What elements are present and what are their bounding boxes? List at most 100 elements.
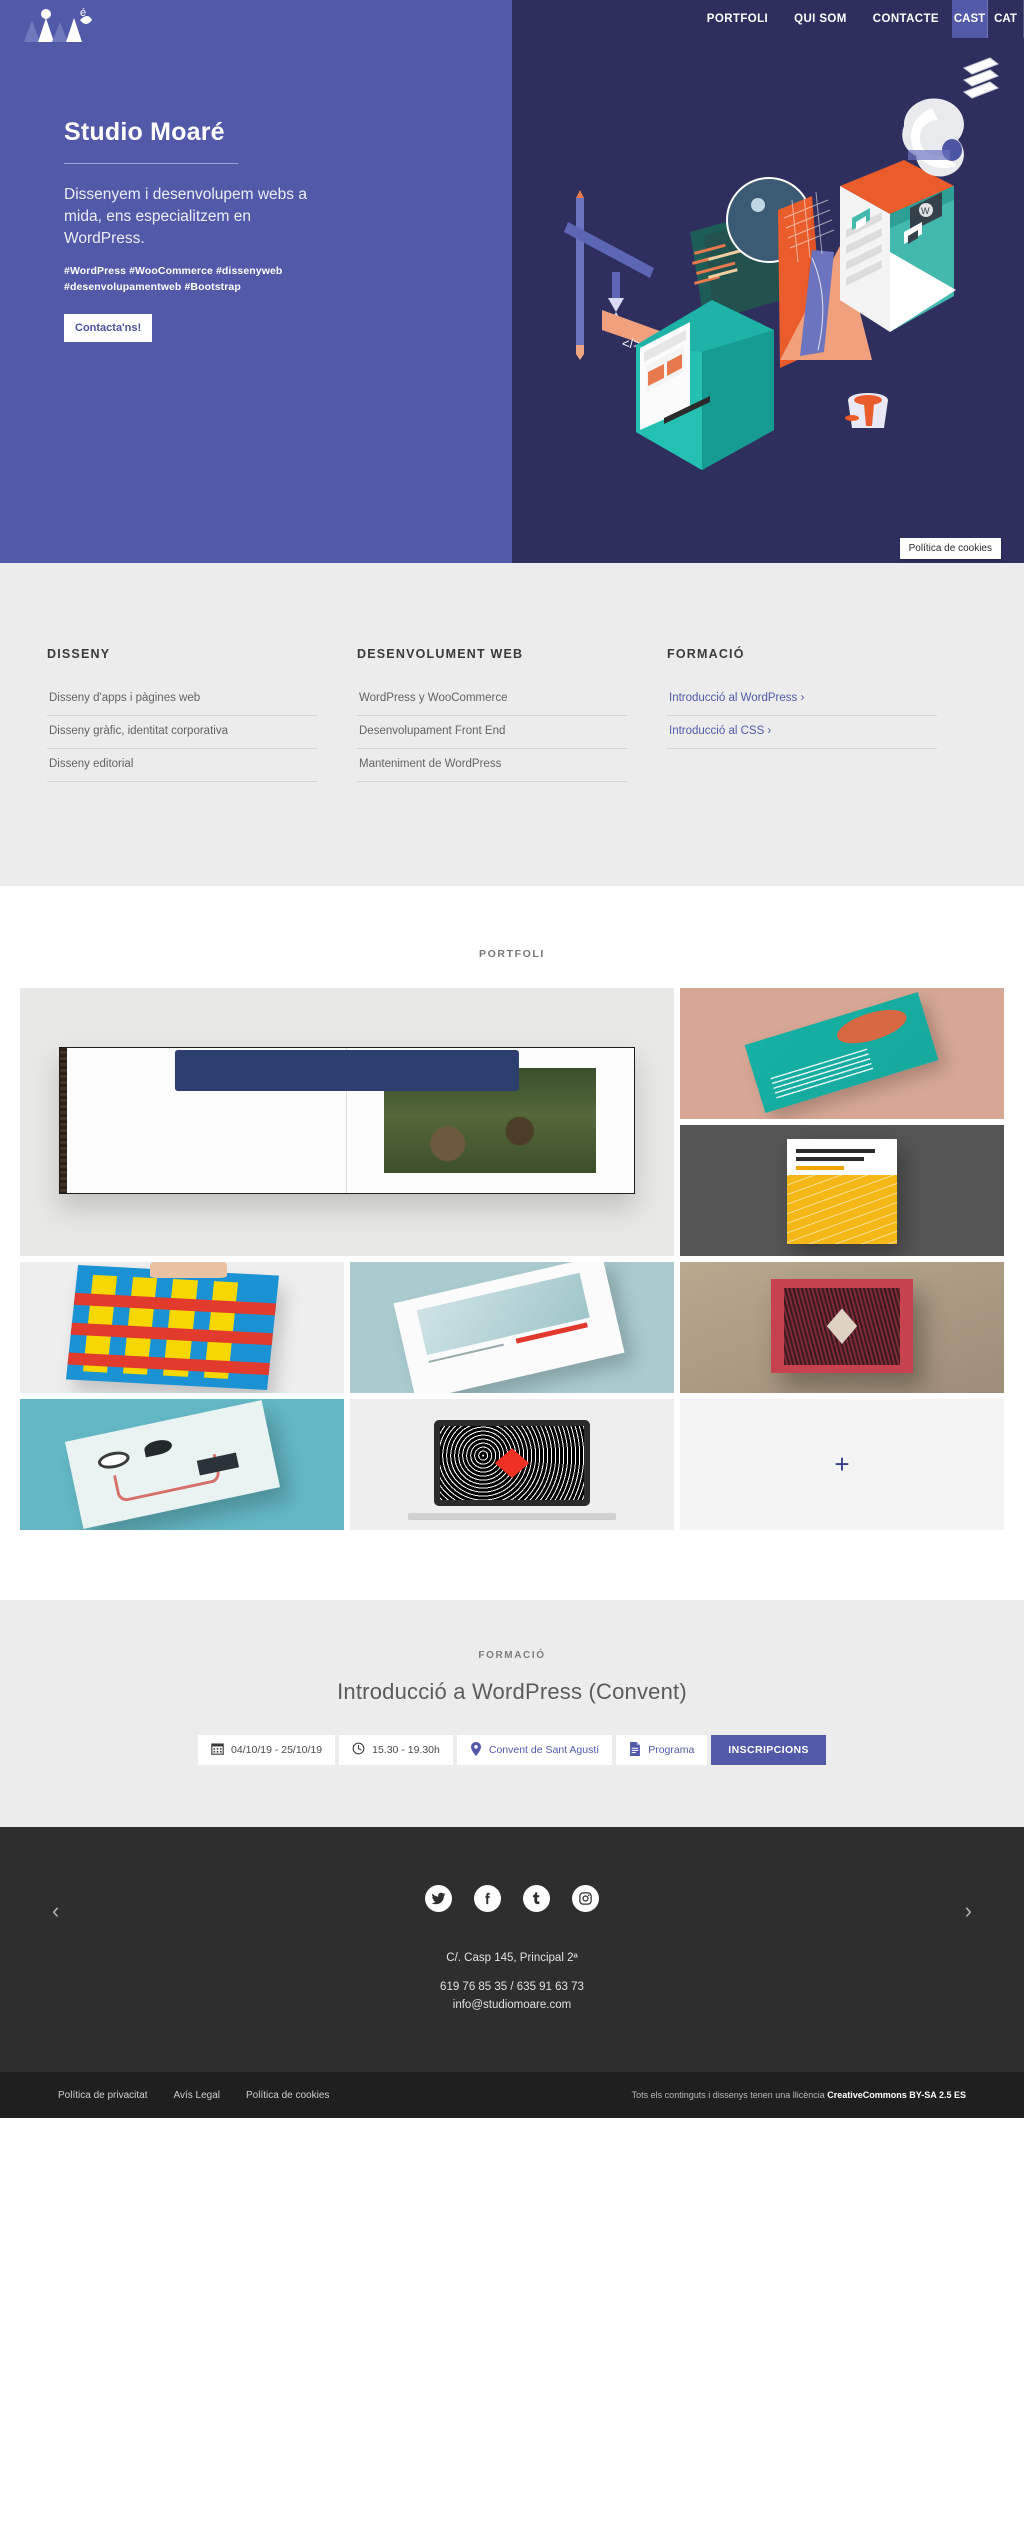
guide-mockup <box>786 1139 898 1245</box>
book-right-page <box>174 1047 634 1194</box>
booklet-mockup <box>744 991 940 1113</box>
service-item[interactable]: Disseny d'apps i pàgines web <box>47 683 317 716</box>
portfolio-item-teal-booklet[interactable] <box>680 988 1004 1119</box>
guide-title-line <box>795 1157 865 1162</box>
portfolio-item-book-spread[interactable] <box>20 988 674 1256</box>
title-divider <box>64 163 238 164</box>
book-spine <box>60 1047 68 1194</box>
portfolio-item-laptop[interactable] <box>350 1399 674 1530</box>
screen-diamond-graphic <box>494 1448 530 1479</box>
service-item[interactable]: Disseny gràfic, identitat corporativa <box>47 716 317 749</box>
calendar-icon <box>211 1742 224 1758</box>
tumblr-icon[interactable] <box>523 1885 550 1912</box>
laptop-base <box>408 1512 616 1520</box>
guide-title-line <box>795 1165 845 1170</box>
hand-holding-poster <box>149 1262 228 1278</box>
portfolio-grid: + <box>20 988 1004 1530</box>
hero-right-panel: </> W Política de cookies <box>512 0 1024 563</box>
nav-item-contacte[interactable]: CONTACTE <box>860 0 952 38</box>
legal-link-cookies[interactable]: Política de cookies <box>246 2090 329 2101</box>
services-column-formacio: FORMACIÓ Introducció al WordPress › Intr… <box>667 647 977 782</box>
services-column-disseny: DISSENY Disseny d'apps i pàgines web Dis… <box>47 647 357 782</box>
footer-email[interactable]: info@studiomoare.com <box>0 1999 1024 2011</box>
legal-links: Política de privacitat Avís Legal Políti… <box>58 2090 329 2101</box>
magazine-mockup <box>393 1262 625 1393</box>
course-signup-button[interactable]: INSCRIPCIONS <box>711 1735 826 1765</box>
legal-link-avis[interactable]: Avís Legal <box>174 2090 221 2101</box>
poster-diamond <box>826 1308 858 1344</box>
guide-title-line <box>795 1148 876 1153</box>
portfolio-item-magazine[interactable] <box>350 1262 674 1393</box>
laptop-mockup <box>434 1419 590 1507</box>
services-heading: DISSENY <box>47 647 111 661</box>
page-title: Studio Moaré <box>64 118 225 146</box>
course-location-chip[interactable]: Convent de Sant Agustí <box>456 1735 613 1765</box>
booklet-graphic <box>833 1002 911 1050</box>
portfolio-item-cyan-magazine[interactable] <box>20 1399 344 1530</box>
book-photo <box>174 1049 597 1173</box>
instagram-icon[interactable] <box>572 1885 599 1912</box>
service-item-link[interactable]: Introducció al CSS › <box>667 716 937 749</box>
twitter-icon[interactable] <box>425 1885 452 1912</box>
cookie-policy-tooltip[interactable]: Política de cookies <box>899 538 1001 559</box>
footer-phones[interactable]: 619 76 85 35 / 635 91 63 73 <box>0 1981 1024 1993</box>
studio-moare-logo[interactable]: é <box>18 4 98 48</box>
magazine-blob-graphic <box>143 1437 174 1458</box>
service-item-link[interactable]: Introducció al WordPress › <box>667 683 937 716</box>
footer-address: C/. Casp 145, Principal 2ª <box>446 1952 578 1964</box>
site-footer: C/. Casp 145, Principal 2ª 619 76 85 35 … <box>0 1827 1024 2072</box>
carousel-prev-button[interactable]: ‹ <box>52 1900 59 1922</box>
hero-subtitle: Dissenyem i desenvolupem webs a mida, en… <box>64 186 307 247</box>
formacio-carousel-section: ‹ › FORMACIÓ Introducció a WordPress (Co… <box>0 1600 1024 1922</box>
portfolio-more-button[interactable]: + <box>680 1399 1004 1530</box>
magazine-circle-graphic <box>96 1448 132 1471</box>
cyan-magazine-mockup <box>64 1400 280 1529</box>
course-meta-bar: 04/10/19 - 25/10/19 15.30 - 19.30h Conve… <box>0 1735 1024 1765</box>
hero-content: Studio Moaré Dissenyem i desenvolupem we… <box>64 118 394 342</box>
lang-switch-cast[interactable]: CAST <box>952 0 988 38</box>
portfolio-section: PORTFOLI + <box>0 886 1024 1600</box>
guide-pattern <box>786 1175 898 1245</box>
hero-left-panel: é Studio Moaré Dissenyem i desenvolupem … <box>0 0 512 563</box>
course-location-text: Convent de Sant Agustí <box>488 1744 600 1756</box>
portfolio-item-yellow-guide[interactable] <box>680 1125 1004 1256</box>
facebook-icon[interactable] <box>474 1885 501 1912</box>
course-time-text: 15.30 - 19.30h <box>372 1744 440 1756</box>
svg-text:W: W <box>921 206 930 216</box>
service-item[interactable]: Disseny editorial <box>47 749 317 782</box>
services-section: DISSENY Disseny d'apps i pàgines web Dis… <box>0 563 1024 886</box>
course-time-chip[interactable]: 15.30 - 19.30h <box>339 1735 453 1765</box>
license-name[interactable]: CreativeCommons BY-SA 2.5 ES <box>827 2090 966 2100</box>
course-program-chip[interactable]: Programa <box>616 1735 708 1765</box>
document-icon <box>629 1741 641 1759</box>
course-dates-text: 04/10/19 - 25/10/19 <box>231 1744 323 1756</box>
poster-mockup <box>65 1264 279 1391</box>
map-pin-icon <box>470 1741 482 1759</box>
services-heading: DESENVOLUMENT WEB <box>357 647 524 661</box>
hero-section: é Studio Moaré Dissenyem i desenvolupem … <box>0 0 1024 563</box>
service-item[interactable]: Desenvolupament Front End <box>357 716 627 749</box>
footer-legal-bar: Política de privacitat Avís Legal Políti… <box>0 2072 1024 2118</box>
course-dates-chip[interactable]: 04/10/19 - 25/10/19 <box>198 1735 336 1765</box>
nav-item-qui-som[interactable]: QUI SOM <box>781 0 860 38</box>
svg-text:é: é <box>80 7 86 19</box>
main-navigation: PORTFOLI QUI SOM CONTACTE CAST CAT <box>694 0 1024 38</box>
services-column-desenvolupament: DESENVOLUMENT WEB WordPress y WooCommerc… <box>357 647 667 782</box>
license-text: Tots els continguts i dissenys tenen una… <box>631 2090 828 2100</box>
carousel-next-button[interactable]: › <box>965 1900 972 1922</box>
hero-hashtags: #WordPress #WooCommerce #dissenyweb #des… <box>64 265 283 293</box>
legal-link-privacitat[interactable]: Política de privacitat <box>58 2090 148 2101</box>
clock-icon <box>352 1742 365 1758</box>
contact-button[interactable]: Contacta'ns! <box>64 313 153 342</box>
services-heading: FORMACIÓ <box>667 647 745 661</box>
service-item[interactable]: Manteniment de WordPress <box>357 749 627 782</box>
service-item[interactable]: WordPress y WooCommerce <box>357 683 627 716</box>
lang-switch-cat[interactable]: CAT <box>988 0 1024 38</box>
nav-item-portfoli[interactable]: PORTFOLI <box>694 0 781 38</box>
book-mockup <box>59 1046 635 1195</box>
isometric-illustration: </> W <box>564 57 1000 470</box>
portfolio-item-bam-poster[interactable] <box>20 1262 344 1393</box>
photo-subject <box>174 1049 520 1091</box>
laptop-screen <box>440 1425 584 1501</box>
portfolio-item-red-poster[interactable] <box>680 1262 1004 1393</box>
